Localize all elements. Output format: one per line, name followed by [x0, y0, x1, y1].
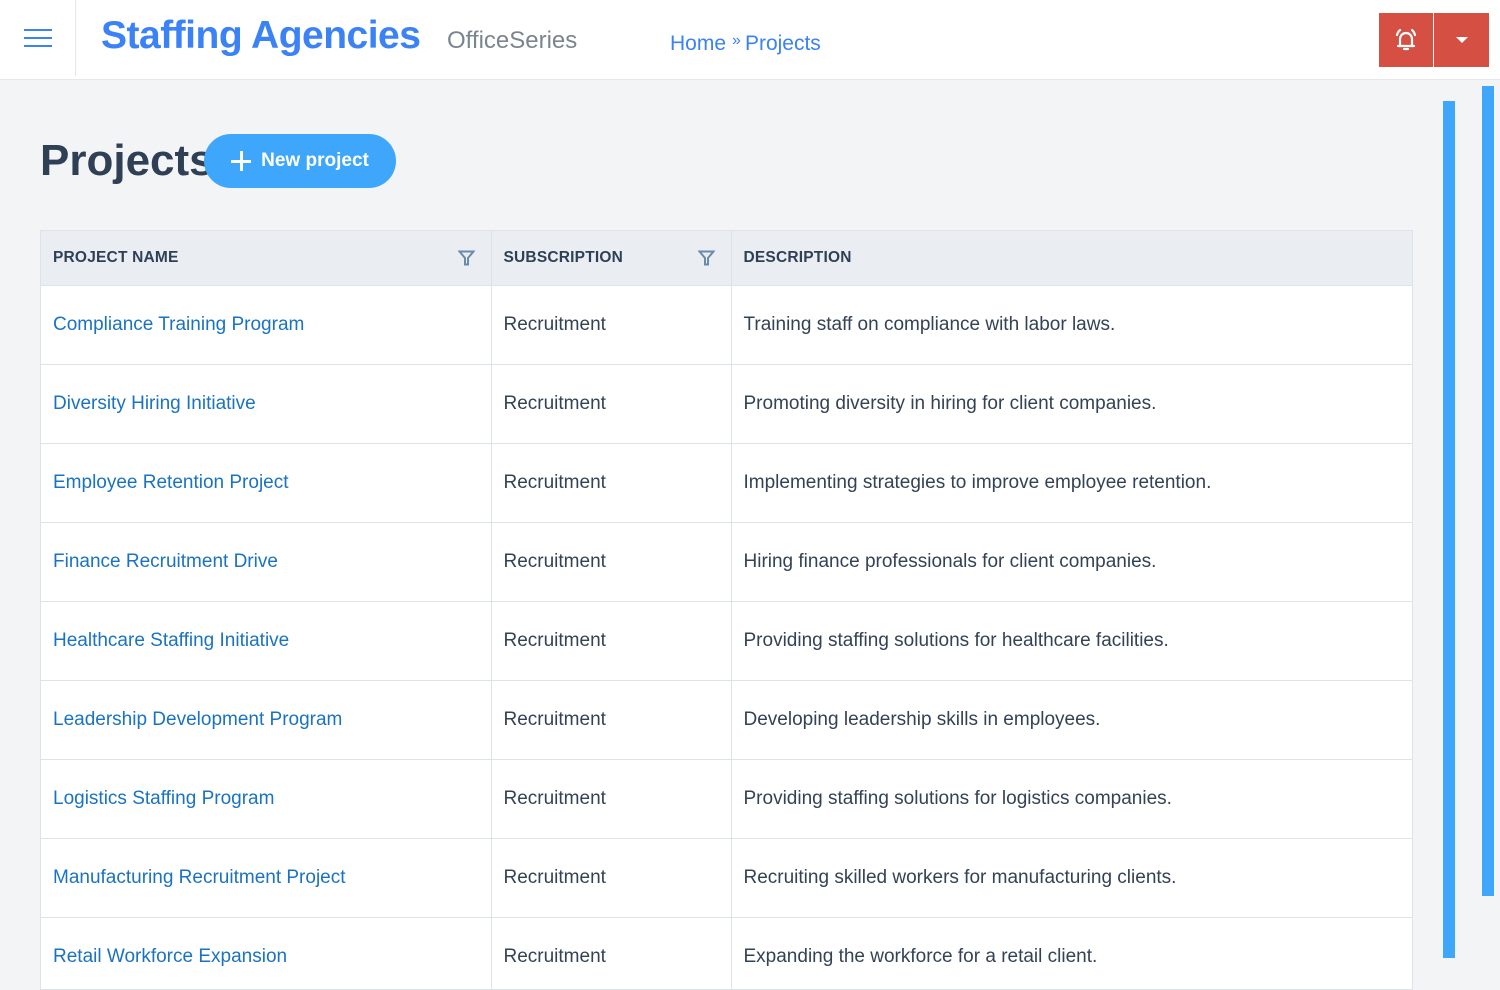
breadcrumb-separator: »: [732, 32, 741, 49]
table-row: Compliance Training Program Recruitment Tr…: [41, 284, 1412, 364]
user-dropdown-button[interactable]: [1434, 13, 1489, 67]
cell-project-name: Diversity Hiring Initiative: [41, 363, 492, 443]
table-scrollbar[interactable]: [1443, 101, 1455, 958]
table-row: Employee Retention Project Recruitment Imp…: [41, 442, 1412, 522]
menu-toggle-button[interactable]: [0, 0, 76, 76]
cell-project-name: Healthcare Staffing Initiative: [41, 600, 492, 680]
column-header-subscription[interactable]: SUBSCRIPTION: [491, 231, 732, 285]
new-project-button[interactable]: New project: [204, 134, 396, 188]
app-subbrand: OfficeSeries: [447, 27, 578, 54]
cell-description: Hiring finance professionals for client …: [731, 521, 1412, 601]
header-actions: [1379, 13, 1489, 67]
table-row: Retail Workforce Expansion Recruitment Exp…: [41, 916, 1412, 989]
cell-description: Training staff on compliance with labor …: [731, 284, 1412, 364]
project-link[interactable]: Finance Recruitment Drive: [53, 551, 278, 572]
cell-subscription: Recruitment: [491, 758, 732, 838]
cell-description: Developing leadership skills in employee…: [731, 679, 1412, 759]
project-link[interactable]: Leadership Development Program: [53, 709, 342, 730]
plus-icon: [231, 151, 252, 171]
cell-project-name: Logistics Staffing Program: [41, 758, 492, 838]
cell-subscription: Recruitment: [491, 363, 732, 443]
breadcrumb-home[interactable]: Home: [670, 32, 726, 56]
project-link[interactable]: Logistics Staffing Program: [53, 788, 274, 809]
filter-icon[interactable]: [457, 250, 475, 266]
cell-description: Providing staffing solutions for healthc…: [731, 600, 1412, 680]
hamburger-menu-icon: [23, 29, 52, 47]
filter-icon[interactable]: [697, 250, 715, 266]
cell-description: Promoting diversity in hiring for client…: [731, 363, 1412, 443]
alerts-button[interactable]: [1379, 13, 1433, 67]
cell-project-name: Compliance Training Program: [41, 284, 492, 364]
cell-description: Providing staffing solutions for logisti…: [731, 758, 1412, 838]
cell-project-name: Employee Retention Project: [41, 442, 492, 522]
table-row: Healthcare Staffing Initiative Recruitmen…: [41, 600, 1412, 680]
project-link[interactable]: Retail Workforce Expansion: [53, 946, 287, 967]
projects-table: PROJECT NAME SUBSCRIPTION DESCRIPTION Co…: [40, 230, 1413, 990]
table-row: Diversity Hiring Initiative Recruitment Pr…: [41, 363, 1412, 443]
project-link[interactable]: Manufacturing Recruitment Project: [53, 867, 346, 888]
column-header-project-name[interactable]: PROJECT NAME: [41, 231, 492, 285]
project-link[interactable]: Compliance Training Program: [53, 314, 304, 335]
table-row: Logistics Staffing Program Recruitment Pro…: [41, 758, 1412, 838]
cell-description: Implementing strategies to improve emplo…: [731, 442, 1412, 522]
project-link[interactable]: Healthcare Staffing Initiative: [53, 630, 289, 651]
breadcrumb: Home » Projects: [670, 32, 821, 56]
cell-subscription: Recruitment: [491, 284, 732, 364]
table-row: Leadership Development Program Recruitmen…: [41, 679, 1412, 759]
column-header-description[interactable]: DESCRIPTION: [731, 231, 1412, 285]
cell-subscription: Recruitment: [491, 521, 732, 601]
cell-project-name: Retail Workforce Expansion: [41, 916, 492, 989]
table-header-row: PROJECT NAME SUBSCRIPTION DESCRIPTION: [41, 231, 1412, 285]
project-link[interactable]: Employee Retention Project: [53, 472, 289, 493]
table-row: Finance Recruitment Drive Recruitment Hiri…: [41, 521, 1412, 601]
app-brand[interactable]: Staffing Agencies: [101, 14, 421, 58]
table-row: Manufacturing Recruitment Project Recruit…: [41, 837, 1412, 917]
cell-project-name: Finance Recruitment Drive: [41, 521, 492, 601]
new-project-label: New project: [261, 150, 369, 171]
page-scrollbar[interactable]: [1482, 86, 1494, 896]
breadcrumb-projects[interactable]: Projects: [745, 32, 821, 56]
cell-subscription: Recruitment: [491, 679, 732, 759]
cell-description: Expanding the workforce for a retail cli…: [731, 916, 1412, 989]
cell-subscription: Recruitment: [491, 837, 732, 917]
cell-project-name: Leadership Development Program: [41, 679, 492, 759]
bell-alarm-icon: [1395, 28, 1417, 51]
cell-subscription: Recruitment: [491, 442, 732, 522]
cell-subscription: Recruitment: [491, 600, 732, 680]
page-title: Projects: [40, 136, 214, 185]
cell-project-name: Manufacturing Recruitment Project: [41, 837, 492, 917]
top-bar: Staffing Agencies OfficeSeries Home » Pr…: [0, 0, 1500, 80]
cell-description: Recruiting skilled workers for manufactu…: [731, 837, 1412, 917]
caret-down-icon: [1455, 37, 1468, 43]
cell-subscription: Recruitment: [491, 916, 732, 989]
project-link[interactable]: Diversity Hiring Initiative: [53, 393, 256, 414]
